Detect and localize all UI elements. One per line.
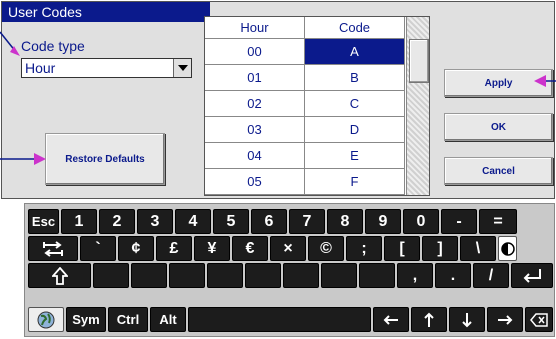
key-0[interactable]: 0 <box>403 209 439 234</box>
dialog-title: User Codes <box>2 2 210 22</box>
key-space[interactable] <box>188 307 371 332</box>
key-equals[interactable]: = <box>479 209 517 234</box>
key-bracket-open[interactable]: [ <box>384 236 420 261</box>
code-cell[interactable]: A <box>305 39 405 65</box>
key-alt[interactable]: Alt <box>150 307 186 332</box>
table-header: Hour Code <box>205 17 405 39</box>
code-type-label: Code type <box>21 38 85 54</box>
key-8[interactable]: 8 <box>327 209 363 234</box>
globe-icon[interactable] <box>28 307 64 332</box>
key-blank-8[interactable] <box>359 263 395 288</box>
enter-icon[interactable] <box>511 263 553 288</box>
backspace-icon[interactable] <box>525 307 553 332</box>
key-1[interactable]: 1 <box>61 209 97 234</box>
restore-defaults-button[interactable]: Restore Defaults <box>45 133 165 185</box>
code-cell[interactable]: B <box>305 65 405 91</box>
key-blank-5[interactable] <box>245 263 281 288</box>
hour-cell[interactable]: 04 <box>205 143 305 169</box>
table-scrollbar[interactable] <box>406 17 429 195</box>
key-5[interactable]: 5 <box>213 209 249 234</box>
ok-button[interactable]: OK <box>444 113 553 141</box>
shift-icon[interactable] <box>28 263 91 288</box>
table-row[interactable]: 05 F <box>205 169 405 195</box>
table-row[interactable]: 04 E <box>205 143 405 169</box>
key-blank-7[interactable] <box>321 263 357 288</box>
user-codes-dialog: User Codes Code type Hour Restore Defaul… <box>1 1 555 199</box>
arrow-left-icon[interactable] <box>373 307 409 332</box>
callout-arrow-restore <box>0 153 46 165</box>
key-blank-3[interactable] <box>169 263 205 288</box>
table-body: 00 A 01 B 02 C 03 D 04 E 05 F <box>205 39 405 195</box>
code-cell[interactable]: F <box>305 169 405 195</box>
code-cell[interactable]: D <box>305 117 405 143</box>
key-pound[interactable]: £ <box>156 236 192 261</box>
key-2[interactable]: 2 <box>99 209 135 234</box>
cancel-button[interactable]: Cancel <box>444 157 553 185</box>
key-blank-6[interactable] <box>283 263 319 288</box>
key-period[interactable]: . <box>435 263 471 288</box>
key-backslash[interactable]: \ <box>460 236 496 261</box>
callout-arrow-code-type <box>0 31 20 56</box>
hour-cell[interactable]: 00 <box>205 39 305 65</box>
code-type-value: Hour <box>25 60 56 76</box>
column-header-hour[interactable]: Hour <box>205 17 305 39</box>
contrast-icon[interactable] <box>498 236 517 261</box>
key-4[interactable]: 4 <box>175 209 211 234</box>
key-ctrl[interactable]: Ctrl <box>108 307 148 332</box>
hour-cell[interactable]: 03 <box>205 117 305 143</box>
key-copyright[interactable]: © <box>308 236 344 261</box>
code-cell[interactable]: E <box>305 143 405 169</box>
key-sym[interactable]: Sym <box>66 307 106 332</box>
hour-cell[interactable]: 01 <box>205 65 305 91</box>
table-row[interactable]: 02 C <box>205 91 405 117</box>
code-type-dropdown[interactable]: Hour <box>21 58 192 78</box>
arrow-right-icon[interactable] <box>487 307 523 332</box>
key-blank-1[interactable] <box>93 263 129 288</box>
key-euro[interactable]: € <box>232 236 268 261</box>
on-screen-keyboard: Esc 1 2 3 4 5 6 7 8 9 0 - = ` ¢ £ ¥ € × … <box>24 203 555 337</box>
key-blank-2[interactable] <box>131 263 167 288</box>
key-yen[interactable]: ¥ <box>194 236 230 261</box>
key-times[interactable]: × <box>270 236 306 261</box>
key-6[interactable]: 6 <box>251 209 287 234</box>
table-row[interactable]: 00 A <box>205 39 405 65</box>
key-3[interactable]: 3 <box>137 209 173 234</box>
table-row[interactable]: 01 B <box>205 65 405 91</box>
key-esc[interactable]: Esc <box>28 209 59 234</box>
scrollbar-thumb[interactable] <box>409 39 429 83</box>
key-comma[interactable]: , <box>397 263 433 288</box>
codes-table: Hour Code 00 A 01 B 02 C 03 D 04 E 05 F <box>204 16 430 196</box>
key-cent[interactable]: ¢ <box>118 236 154 261</box>
callout-arrow-apply <box>534 75 556 87</box>
tab-icon[interactable] <box>28 236 78 261</box>
chevron-down-icon[interactable] <box>173 59 191 77</box>
key-bracket-close[interactable]: ] <box>422 236 458 261</box>
arrow-down-icon[interactable] <box>449 307 485 332</box>
key-backtick[interactable]: ` <box>80 236 116 261</box>
key-9[interactable]: 9 <box>365 209 401 234</box>
key-7[interactable]: 7 <box>289 209 325 234</box>
key-slash[interactable]: / <box>473 263 509 288</box>
arrow-up-icon[interactable] <box>411 307 447 332</box>
key-blank-4[interactable] <box>207 263 243 288</box>
hour-cell[interactable]: 02 <box>205 91 305 117</box>
hour-cell[interactable]: 05 <box>205 169 305 195</box>
code-cell[interactable]: C <box>305 91 405 117</box>
key-minus[interactable]: - <box>441 209 477 234</box>
key-semicolon[interactable]: ; <box>346 236 382 261</box>
column-header-code[interactable]: Code <box>305 17 405 39</box>
table-row[interactable]: 03 D <box>205 117 405 143</box>
